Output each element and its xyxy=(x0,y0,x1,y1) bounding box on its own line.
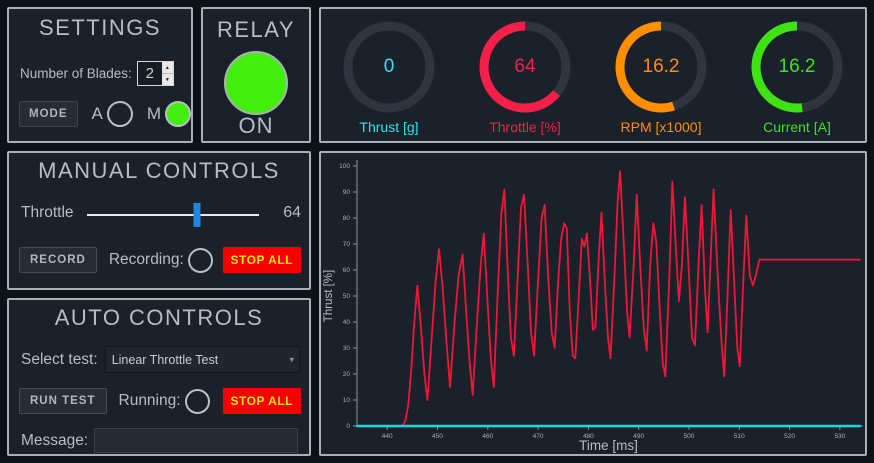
mode-row: MODE A M xyxy=(19,101,192,127)
gauge-current: 16.2 Current [A] xyxy=(729,9,865,141)
svg-text:20: 20 xyxy=(343,371,351,378)
gauge-label: Throttle [%] xyxy=(489,119,561,135)
svg-text:450: 450 xyxy=(432,433,443,440)
manual-button-row: RECORD Recording: STOP ALL xyxy=(19,247,301,273)
test-select-dropdown[interactable]: Linear Throttle Test ▾ xyxy=(104,346,300,373)
gauge-label: RPM [x1000] xyxy=(620,119,702,135)
svg-text:100: 100 xyxy=(339,163,350,170)
svg-text:50: 50 xyxy=(343,293,351,300)
running-indicator xyxy=(184,388,210,414)
svg-text:500: 500 xyxy=(684,433,695,440)
select-test-label: Select test: xyxy=(21,350,98,368)
gauge-value: 16.2 xyxy=(778,56,816,77)
recording-indicator xyxy=(187,247,213,273)
gauge-throttle: 64 Throttle [%] xyxy=(457,9,593,141)
throttle-slider[interactable] xyxy=(87,201,259,229)
mode-m-label: M xyxy=(146,104,162,123)
gauge-label: Current [A] xyxy=(763,119,831,135)
settings-panel: SETTINGS Number of Blades: ▲ ▼ MODE A M xyxy=(7,7,193,143)
svg-text:470: 470 xyxy=(533,433,544,440)
svg-text:440: 440 xyxy=(382,433,393,440)
svg-text:520: 520 xyxy=(784,433,795,440)
mode-a-radio[interactable] xyxy=(106,101,133,127)
svg-text:90: 90 xyxy=(343,189,351,196)
svg-text:530: 530 xyxy=(834,433,845,440)
blades-spinner: ▲ ▼ xyxy=(136,61,174,86)
mode-button[interactable]: MODE xyxy=(19,101,78,127)
svg-text:10: 10 xyxy=(343,397,351,404)
record-button[interactable]: RECORD xyxy=(19,247,97,273)
gauge-value: 16.2 xyxy=(642,56,680,77)
svg-text:60: 60 xyxy=(343,267,351,274)
relay-panel: RELAY ON xyxy=(201,7,311,143)
gauge-value: 64 xyxy=(514,56,536,77)
throttle-row: Throttle 64 xyxy=(21,201,301,229)
message-label: Message: xyxy=(21,431,89,449)
relay-state-label: ON xyxy=(238,113,274,138)
gauges-panel: 0 Thrust [g] 64 Throttle [%] 16.2 RPM [x… xyxy=(319,7,867,143)
message-input[interactable] xyxy=(94,428,298,453)
auto-controls-title: AUTO CONTROLS xyxy=(54,305,264,330)
gauge-label: Thrust [g] xyxy=(359,119,419,135)
gauge-thrust: 0 Thrust [g] xyxy=(321,9,457,141)
spin-down-icon[interactable]: ▼ xyxy=(162,74,173,85)
slider-handle[interactable] xyxy=(193,203,201,227)
auto-stop-all-button[interactable]: STOP ALL xyxy=(222,388,301,414)
manual-controls-title: MANUAL CONTROLS xyxy=(38,158,280,183)
svg-text:Time [ms]: Time [ms] xyxy=(579,438,638,453)
relay-title: RELAY xyxy=(216,17,295,42)
svg-text:30: 30 xyxy=(343,345,351,352)
svg-text:Thrust [%]: Thrust [%] xyxy=(323,270,335,322)
throttle-label: Throttle xyxy=(21,204,74,221)
blades-label: Number of Blades: xyxy=(20,66,132,81)
svg-text:40: 40 xyxy=(343,319,351,326)
throttle-value: 64 xyxy=(283,204,301,221)
mode-a-label: A xyxy=(91,104,103,123)
manual-stop-all-button[interactable]: STOP ALL xyxy=(222,247,301,273)
run-test-button[interactable]: RUN TEST xyxy=(19,388,107,414)
message-row: Message: xyxy=(21,428,298,453)
svg-text:80: 80 xyxy=(343,215,351,222)
auto-button-row: RUN TEST Running: STOP ALL xyxy=(19,388,301,414)
svg-text:0: 0 xyxy=(346,423,350,430)
svg-text:510: 510 xyxy=(734,433,745,440)
gauge-value: 0 xyxy=(383,56,395,77)
running-label: Running: xyxy=(118,392,181,409)
auto-controls-panel: AUTO CONTROLS Select test: Linear Thrott… xyxy=(7,298,311,456)
svg-text:460: 460 xyxy=(482,433,493,440)
chart-panel: 0 10 20 30 40 50 60 70 80 90 100 440 450 460 470 480 490… xyxy=(319,151,867,456)
test-select-value: Linear Throttle Test xyxy=(111,352,219,367)
blades-spin-buttons: ▲ ▼ xyxy=(161,62,173,85)
recording-label: Recording: xyxy=(108,251,184,268)
spin-up-icon[interactable]: ▲ xyxy=(161,62,173,74)
relay-indicator-button[interactable] xyxy=(224,51,288,115)
chevron-down-icon: ▾ xyxy=(289,354,294,364)
thrust-time-chart: 0102030405060708090100440 450 460 470 480 490… xyxy=(323,160,863,453)
mode-m-radio[interactable] xyxy=(165,101,192,127)
manual-controls-panel: MANUAL CONTROLS Throttle 64 RECORD Recor… xyxy=(7,151,311,290)
select-test-row: Select test: Linear Throttle Test ▾ xyxy=(21,346,300,373)
blades-row: Number of Blades: ▲ ▼ xyxy=(20,61,174,86)
blades-input[interactable] xyxy=(137,62,162,85)
slider-track[interactable] xyxy=(87,214,259,216)
gauge-rpm: 16.2 RPM [x1000] xyxy=(593,9,729,141)
settings-title: SETTINGS xyxy=(38,15,161,40)
svg-text:70: 70 xyxy=(343,241,351,248)
